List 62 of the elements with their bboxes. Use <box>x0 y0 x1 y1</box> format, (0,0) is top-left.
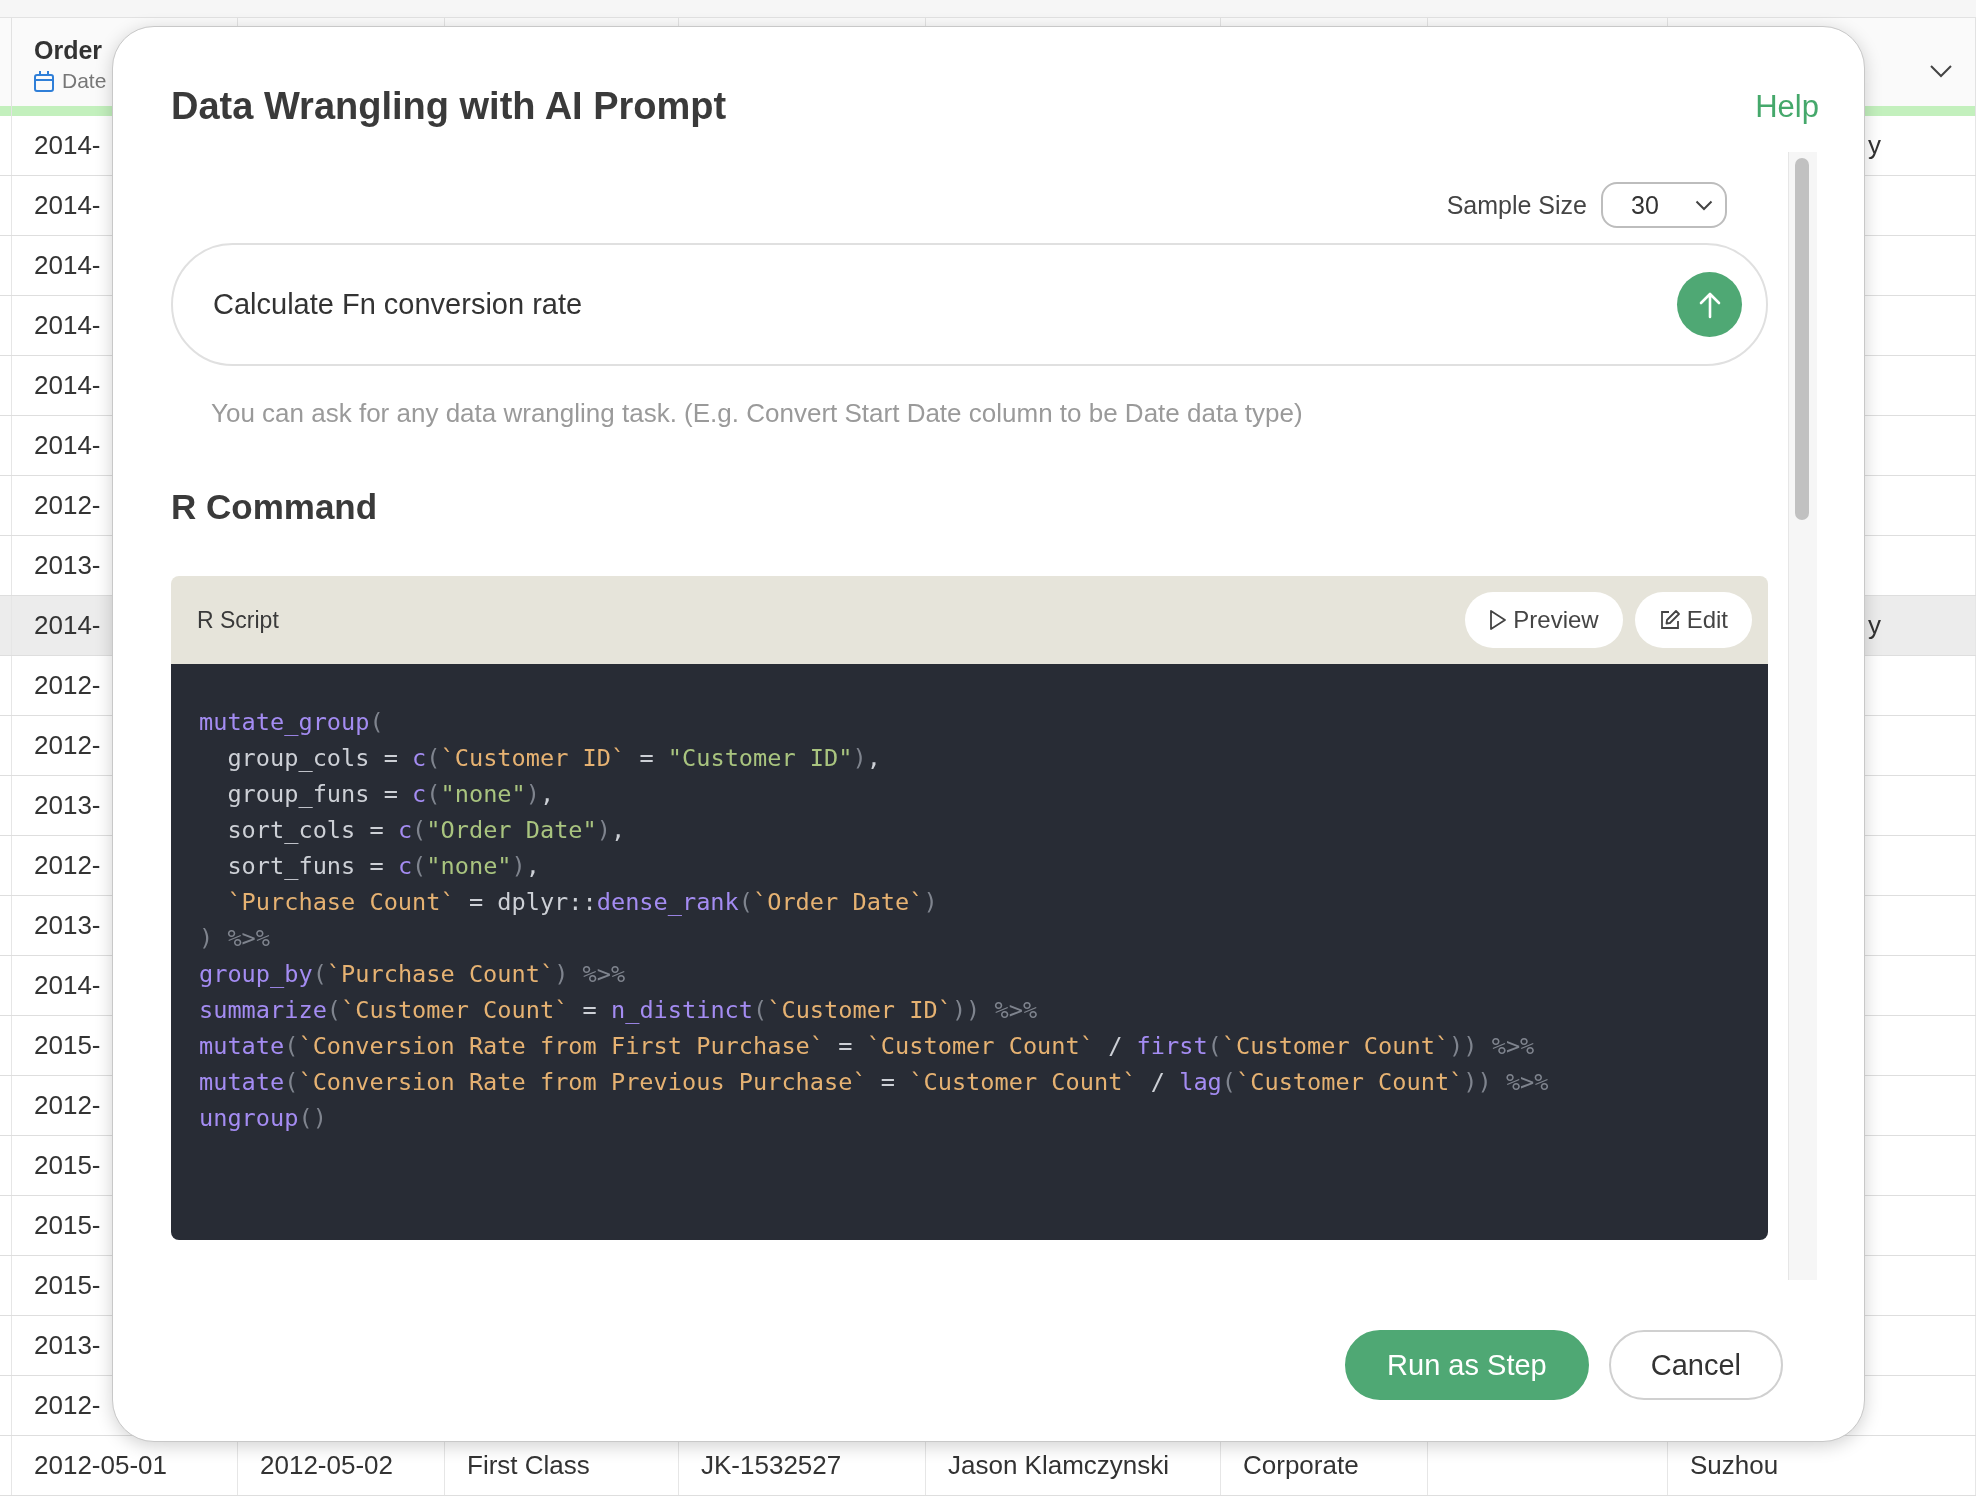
arrow-up-icon <box>1697 290 1722 319</box>
table-cell: 2014- <box>34 130 101 161</box>
table-cell: 2012-05-01 <box>34 1450 167 1481</box>
code-line: mutate(`Conversion Rate from Previous Purchase` = `Customer Count` / lag(`Customer Count`)) %>% <box>199 1067 1550 1098</box>
table-cell: 2014- <box>34 430 101 461</box>
table-cell: 2014- <box>34 370 101 401</box>
table-cell: 2012-05-02 <box>260 1450 393 1481</box>
code-line: summarize(`Customer Count` = n_distinct(`Customer ID`)) %>% <box>199 995 1039 1026</box>
table-cell: 2012- <box>34 670 101 701</box>
table-cell: 2015- <box>34 1150 101 1181</box>
table-cell: 2012- <box>34 490 101 521</box>
code-line: ungroup() <box>199 1103 328 1134</box>
script-title: R Script <box>197 606 279 634</box>
prompt-field[interactable]: Calculate Fn conversion rate <box>171 243 1768 366</box>
dialog-title: Data Wrangling with AI Prompt <box>171 85 727 128</box>
table-cell: 2014- <box>34 310 101 341</box>
table-cell: 2014- <box>34 610 101 641</box>
section-title: R Command <box>171 487 379 527</box>
table-cell: 2014- <box>34 250 101 281</box>
table-cell: 2012- <box>34 1390 101 1421</box>
table-cell: 2012- <box>34 730 101 761</box>
table-cell: First Class <box>467 1450 590 1481</box>
calendar-icon <box>34 70 54 92</box>
cancel-button[interactable]: Cancel <box>1608 1330 1783 1400</box>
table-cell: JK-1532527 <box>701 1450 842 1481</box>
code-line: group_by(`Purchase Count`) %>% <box>199 959 627 990</box>
table-cell: 2013- <box>34 550 101 581</box>
scrollbar[interactable] <box>1795 158 1809 520</box>
code-line: mutate(`Conversion Rate from First Purchase` = `Customer Count` / first(`Customer Count`)) %>% <box>199 1031 1536 1062</box>
code-line: group_funs = c("none"), <box>226 779 556 810</box>
table-cell: 2013- <box>34 1330 101 1361</box>
table-cell: 2012- <box>34 1090 101 1121</box>
edit-button[interactable]: Edit <box>1634 592 1752 648</box>
table-cell: Jason Klamczynski <box>948 1450 1170 1481</box>
code-line: sort_funs = c("none"), <box>226 851 541 882</box>
table-cell: 2014- <box>34 190 101 221</box>
code-line: sort_cols = c("Order Date"), <box>226 815 627 846</box>
table-cell: 2014- <box>34 970 101 1001</box>
code-line: mutate_group( <box>199 707 385 738</box>
hint-text: You can ask for any data wrangling task. (E.g. Convert Start Date column to be Date data type) <box>211 398 1304 429</box>
column-title: Order <box>34 36 104 65</box>
chevron-down-icon <box>1695 199 1713 211</box>
table-cell: 2015- <box>34 1210 101 1241</box>
play-icon <box>1489 609 1508 631</box>
table-cell: y <box>1868 130 1881 161</box>
code-line: `Purchase Count` = dplyr::dense_rank(`Order Date`) <box>226 887 939 918</box>
table-cell: 2015- <box>34 1270 101 1301</box>
sample-size-select[interactable]: 30 <box>1601 182 1727 228</box>
code-line: ) %>% <box>199 923 272 954</box>
column-type: Date <box>62 69 107 93</box>
sample-size-label: Sample Size <box>1446 190 1587 220</box>
table-cell: Corporate <box>1243 1450 1359 1481</box>
table-cell: y <box>1868 610 1881 641</box>
edit-icon <box>1658 609 1681 631</box>
table-cell: Suzhou <box>1690 1450 1779 1481</box>
chevron-down-icon[interactable] <box>1929 64 1953 78</box>
table-cell: 2015- <box>34 1030 101 1061</box>
table-cell: 2013- <box>34 790 101 821</box>
preview-button[interactable]: Preview <box>1465 592 1623 648</box>
table-cell: 2013- <box>34 910 101 941</box>
table-cell: 2012- <box>34 850 101 881</box>
code-line: group_cols = c(`Customer ID` = "Customer ID"), <box>226 743 882 774</box>
